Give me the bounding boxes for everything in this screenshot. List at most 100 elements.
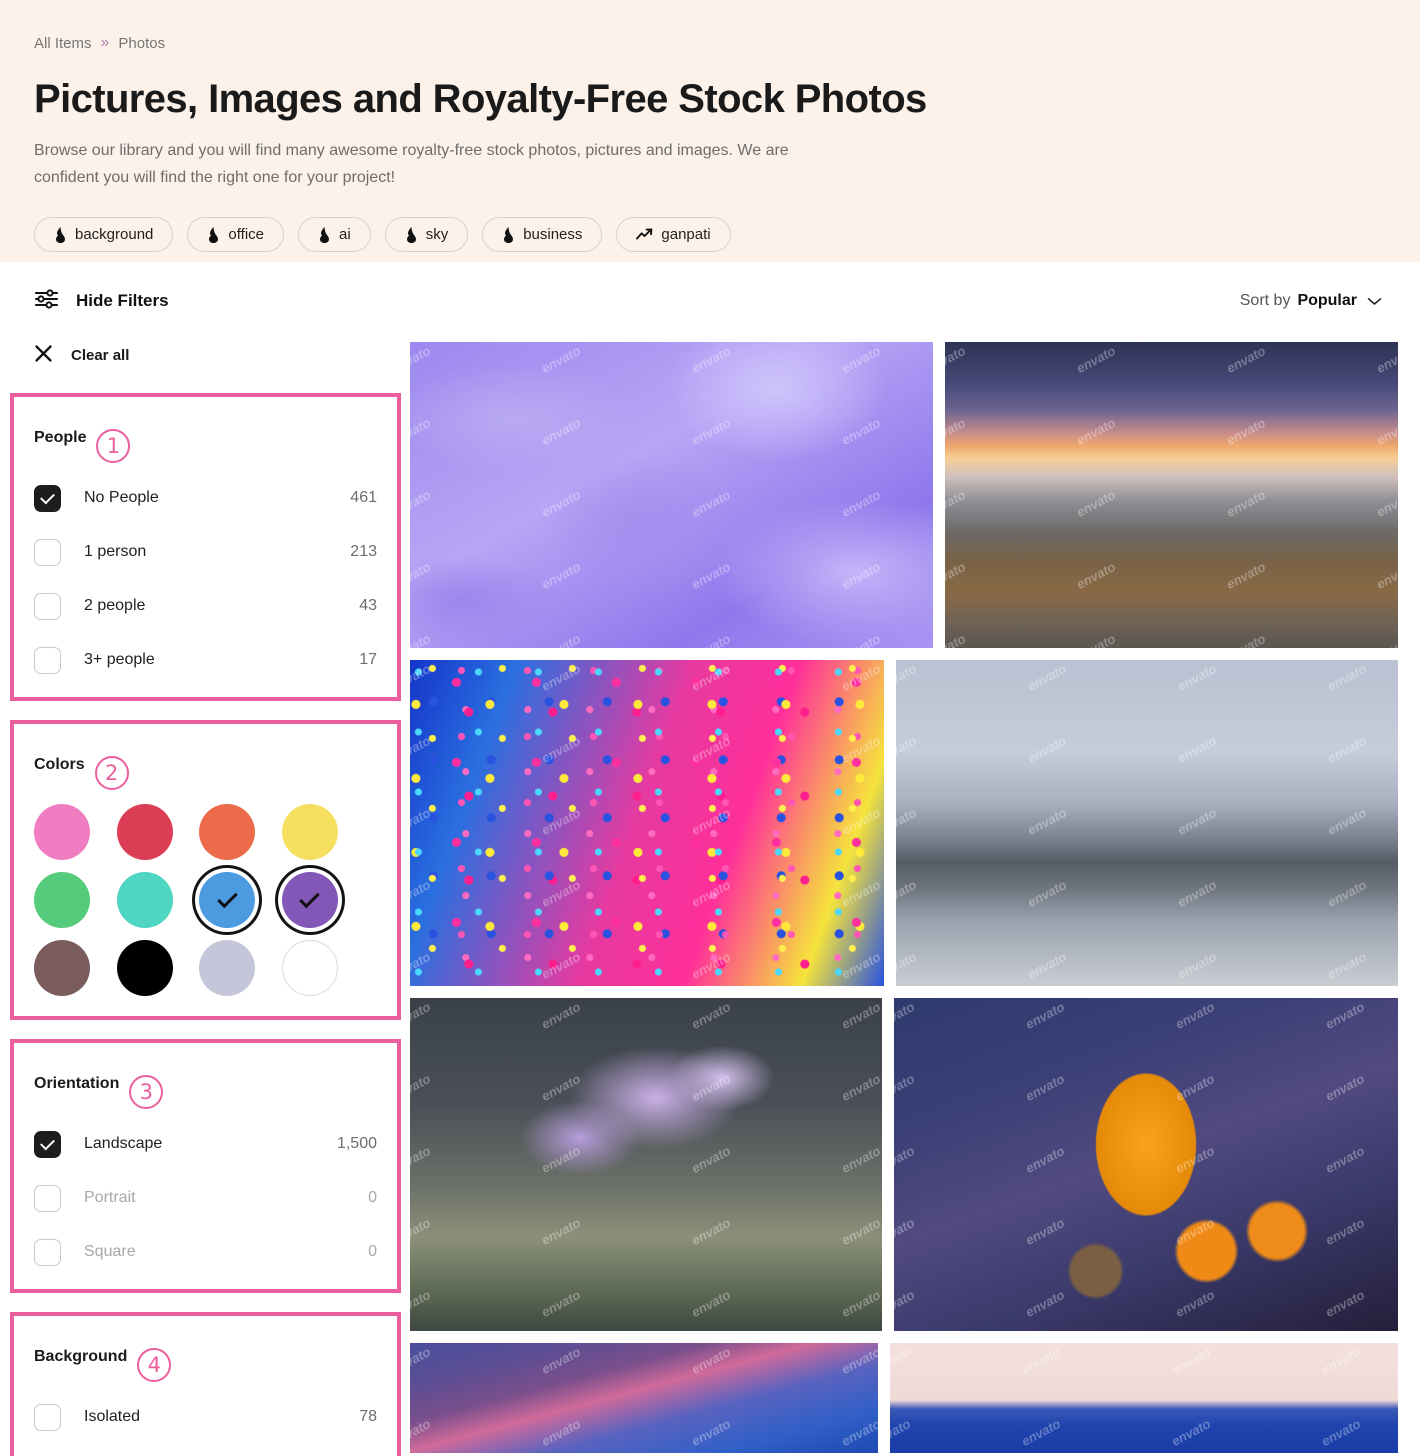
color-swatch-blue[interactable] [199,872,255,928]
tag-pill-sky[interactable]: sky [384,217,469,253]
colorful-glitter-photo[interactable]: envato envato envato envato envato envato enva… [410,660,884,986]
filter-option-label: Square [84,1243,136,1260]
watermark-text: envato [838,1344,878,1377]
watermark-text: envato [1022,1071,1067,1104]
checkbox[interactable] [34,592,61,620]
hero-section: All Items » Photos Pictures, Images and … [0,0,1420,262]
filter-option-landscape[interactable]: Landscape 1,500 [34,1117,377,1171]
color-swatch-yellow[interactable] [281,804,338,860]
results-content: Clear all People 1 No People 461 1 perso… [0,340,1420,1456]
checkbox[interactable] [34,484,61,512]
watermark-text: envato [838,805,883,838]
watermark-text: envato [1174,661,1219,694]
facet-title-label: Orientation [34,1075,120,1092]
watermark-text: envato [838,877,883,910]
filter-option-square[interactable]: Square 0 [34,1225,377,1279]
tag-pill-business[interactable]: business [482,217,603,253]
filter-option-count: 17 [359,651,377,668]
watermark-text: envato [410,733,433,766]
watermark-text: envato [1322,1143,1367,1176]
watermark-overlay: envato envato envato envato envato envato enva… [410,660,884,986]
color-swatch-teal[interactable] [116,872,173,928]
watermark-text: envato [838,1287,882,1320]
tag-pill-ganpati[interactable]: ganpati [616,217,731,253]
photo-grid-row: envato envato envato envato envato envato enva… [410,998,1398,1331]
watermark-text: envato [1074,487,1119,520]
blurred-city-skyline-photo[interactable]: envato envato envato envato envato envato enva… [889,1343,1398,1453]
close-icon [34,344,53,367]
dusk-sky-clouds-photo[interactable]: envato envato envato envato envato envato enva… [410,1343,878,1453]
watermark-text: envato [945,487,969,520]
snowy-mountain-beach-photo[interactable]: envato envato envato envato envato envato enva… [895,660,1398,986]
watermark-text: envato [410,1344,433,1377]
tag-pill-office[interactable]: office [187,217,284,253]
tag-pill-label: ganpati [661,226,711,244]
watermark-text: envato [688,631,733,648]
color-swatch-red[interactable] [116,804,173,860]
breadcrumb-current[interactable]: Photos [118,35,165,52]
tag-pill-background[interactable]: background [34,217,174,253]
watermark-text: envato [410,999,433,1032]
watermark-text: envato [1024,733,1069,766]
checkbox[interactable] [34,1184,61,1212]
watermark-text: envato [1022,1287,1067,1320]
color-swatch-light-gray[interactable] [199,940,255,996]
watermark-text: envato [1074,559,1119,592]
watermark-text: envato [410,805,433,838]
annotation-badge-2: 2 [94,756,129,790]
watermark-text: envato [889,1344,913,1377]
watermark-text: envato [538,343,583,376]
color-swatch-brown[interactable] [34,940,90,996]
flame-icon [318,226,331,243]
watermark-text: envato [838,343,883,376]
watermark-text: envato [893,1287,917,1320]
watermark-text: envato [538,1344,583,1377]
watermark-text: envato [1374,487,1398,520]
color-swatch-pink[interactable] [34,804,90,860]
watermark-text: envato [838,1071,882,1104]
checkbox[interactable] [34,538,61,566]
checkbox[interactable] [34,1238,61,1266]
orange-juice-glass-photo[interactable]: envato envato envato envato envato envato enva… [893,998,1398,1331]
color-swatch-purple[interactable] [281,872,338,928]
sort-by-value: Popular [1297,292,1357,309]
watermark-text: envato [1324,805,1369,838]
checkbox[interactable] [34,646,61,674]
watermark-text: envato [1022,1215,1067,1248]
breadcrumb: All Items » Photos [34,32,1386,54]
checkbox[interactable] [34,1403,61,1431]
color-swatch-orange[interactable] [199,804,255,860]
filter-option-no-people[interactable]: No People 461 [34,471,377,525]
watermark-text: envato [945,343,969,376]
color-swatch-green[interactable] [34,872,90,928]
arctic-sunset-coast-photo[interactable]: envato envato envato envato envato envato enva… [945,342,1398,648]
watermark-text: envato [538,1215,583,1248]
clear-all-button[interactable]: Clear all [34,340,410,370]
tag-pill-ai[interactable]: ai [298,217,371,253]
flame-icon [502,226,515,243]
watermark-text: envato [1322,1071,1367,1104]
filter-option-count: 1,500 [336,1135,377,1152]
filter-option-1-person[interactable]: 1 person 213 [34,525,377,579]
filter-option-blurred[interactable]: Blurred 1,500 [34,1444,377,1456]
filter-option-portrait[interactable]: Portrait 0 [34,1171,377,1225]
color-swatch-black[interactable] [116,940,173,996]
filter-option-count: 213 [350,543,377,560]
breadcrumb-root[interactable]: All Items [34,35,92,52]
watermark-text: envato [688,661,733,694]
watermark-text: envato [410,1071,433,1104]
checkbox[interactable] [34,1130,61,1158]
watermark-text: envato [538,1416,583,1449]
filter-option-2-people[interactable]: 2 people 43 [34,579,377,633]
purple-silk-fabric-photo[interactable]: envato envato envato envato envato envato enva… [410,342,934,648]
watermark-text: envato [688,343,733,376]
watermark-text: envato [838,415,883,448]
sort-by-dropdown[interactable]: Sort by Popular [1240,292,1396,310]
purple-freesia-flowers-photo[interactable]: envato envato envato envato envato envato enva… [410,998,882,1331]
watermark-text: envato [1022,1143,1067,1176]
filter-option-3-plus-people[interactable]: 3+ people 17 [34,633,377,687]
watermark-text: envato [1324,877,1369,910]
color-swatch-white[interactable] [281,940,338,996]
hide-filters-button[interactable]: Hide Filters [34,288,169,315]
filter-option-isolated[interactable]: Isolated 78 [34,1390,377,1444]
